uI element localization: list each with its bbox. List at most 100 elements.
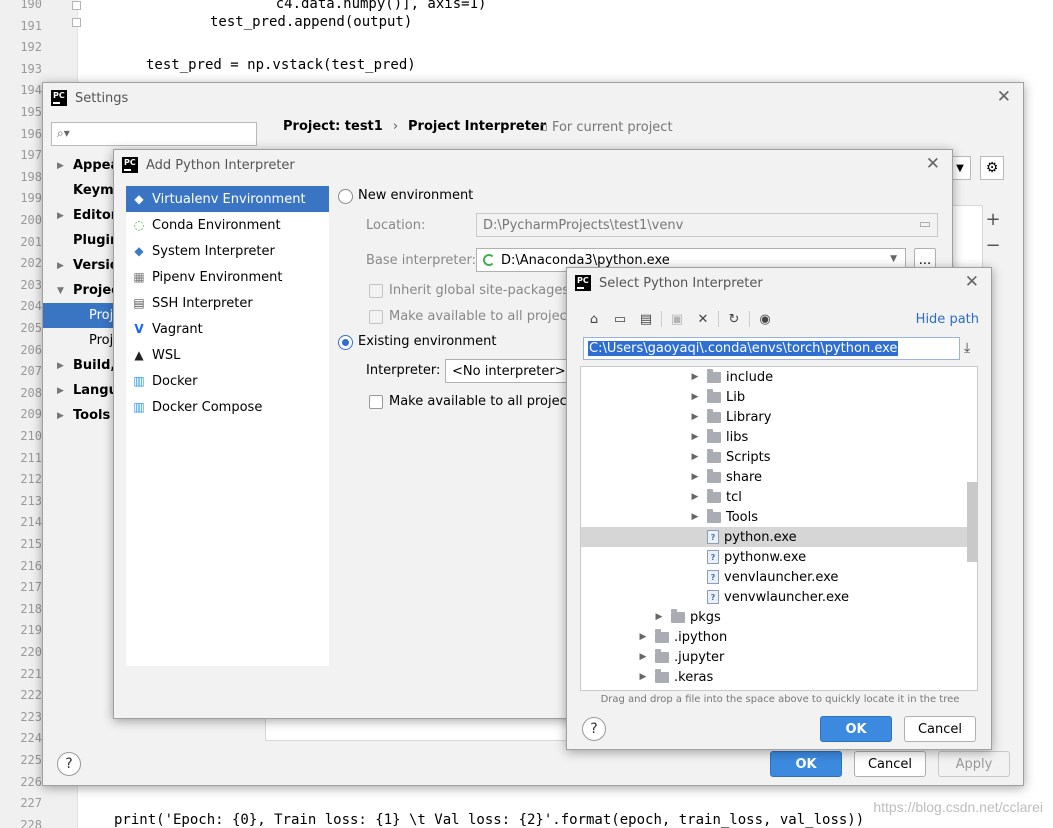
tree-folder[interactable]: ▶ Scripts [581,447,969,467]
tree-item-label: share [726,469,763,485]
refresh-icon[interactable]: ↻ [723,308,745,330]
tree-folder[interactable]: ▶ .ipython [581,627,969,647]
path-value: C:\Users\gaoyaqi\.conda\envs\torch\pytho… [588,341,899,356]
remove-package-icon[interactable]: − [983,235,1003,256]
download-icon[interactable]: ⤓ [964,340,970,356]
hide-path-link[interactable]: Hide path [916,312,979,327]
delete-icon[interactable]: ✕ [692,308,714,330]
env-item[interactable]: ▲ WSL [126,342,329,368]
desktop-icon[interactable]: ▭ [609,308,631,330]
env-item-label: Docker [152,373,198,389]
tree-folder[interactable]: ▶ .keras [581,667,969,687]
tree-scrollbar[interactable] [967,482,977,562]
ok-button[interactable]: OK [770,751,842,777]
available-new-checkbox[interactable] [369,310,383,324]
settings-titlebar[interactable]: PC Settings ✕ [43,83,1023,113]
tree-file[interactable]: ? venvlauncher.exe [581,567,969,587]
select-ok-button[interactable]: OK [820,716,892,742]
interpreter-select[interactable]: <No interpreter> [445,359,585,383]
chevron-right-icon: ▶ [691,512,699,522]
linux-icon: ▲ [134,348,144,362]
line-number: 221 [20,666,42,681]
add-interpreter-titlebar[interactable]: PC Add Python Interpreter ✕ [114,150,952,180]
tree-folder[interactable]: ▶ Lib [581,387,969,407]
tree-folder[interactable]: ▶ pkgs [581,607,969,627]
env-item[interactable]: ▤ SSH Interpreter [126,290,329,316]
line-number: 208 [20,385,42,400]
env-item[interactable]: V Vagrant [126,316,329,342]
env-item-label: WSL [152,347,181,363]
tree-folder[interactable]: ▶ include [581,367,969,387]
env-item[interactable]: ◆ System Interpreter [126,238,329,264]
tree-folder[interactable]: ▶ .jupyter [581,647,969,667]
location-field[interactable]: D:\PycharmProjects\test1\venv ▭ [476,213,938,237]
select-interpreter-titlebar[interactable]: PC Select Python Interpreter ✕ [567,268,991,298]
file-tree[interactable]: ▶ include ▶ Lib ▶ Library ▶ libs ▶ Scripts ▶ share ▶… [580,366,978,691]
line-number: 222 [20,688,42,703]
tree-item-label: Tools [726,509,759,525]
tree-item-label: include [726,369,774,385]
breadcrumb: Project: test1 › Project Interpreter [283,119,546,134]
apply-button[interactable]: Apply [938,751,1010,777]
code-line-193[interactable]: test_pred = np.vstack(test_pred) [146,55,416,77]
folder-icon [707,428,721,443]
existing-environment-radio[interactable] [338,335,353,350]
chevron-right-icon: ▶ [691,432,699,442]
cancel-button[interactable]: Cancel [854,751,926,777]
line-number: 225 [20,753,42,767]
tree-item-label: .ipython [674,629,728,645]
chevron-right-icon: ▶ [57,385,64,396]
folder-icon [707,408,721,423]
path-input[interactable]: C:\Users\gaoyaqi\.conda\envs\torch\pytho… [583,337,960,360]
tree-folder[interactable]: ▶ tcl [581,487,969,507]
tree-folder[interactable]: ▶ share [581,467,969,487]
env-item[interactable]: ▦ Pipenv Environment [126,264,329,290]
available-existing-checkbox[interactable] [369,395,383,409]
env-item[interactable]: ◌ Conda Environment [126,212,329,238]
select-cancel-button[interactable]: Cancel [904,716,976,742]
add-package-icon[interactable]: + [983,209,1003,230]
line-number: 217 [20,580,42,595]
help-button[interactable]: ? [582,717,606,741]
line-number: 201 [20,234,42,249]
tree-file[interactable]: ? venvwlauncher.exe [581,587,969,607]
new-environment-radio[interactable] [338,189,353,204]
chevron-right-icon: ▶ [57,410,64,421]
settings-tree-label: Tools [73,408,111,423]
tree-item-label: Scripts [726,449,771,465]
tree-file[interactable]: ? pythonw.exe [581,547,969,567]
code-line-191[interactable]: test_pred.append(output) [210,12,412,34]
select-interpreter-close-icon[interactable]: ✕ [965,274,979,291]
fold-marker[interactable] [72,18,81,27]
new-folder-icon[interactable]: ▣ [666,308,688,330]
env-item[interactable]: ▥ Docker [126,368,329,394]
line-number: 211 [20,450,42,465]
tree-folder[interactable]: ▶ libs [581,427,969,447]
project-folder-icon[interactable]: ▤ [635,308,657,330]
chevron-right-icon: ▶ [639,672,647,682]
tree-folder[interactable]: ▶ Library [581,407,969,427]
line-number: 194 [20,83,42,98]
gear-icon[interactable]: ⚙ [980,156,1004,180]
folder-icon [707,468,721,483]
tree-folder[interactable]: ▶ Tools [581,507,969,527]
folder-icon [655,668,669,683]
fold-marker[interactable] [72,1,81,10]
home-icon[interactable]: ⌂ [583,308,605,330]
tree-file[interactable]: ? python.exe [581,527,969,547]
line-number: 210 [20,429,42,443]
line-number: 226 [20,774,42,789]
code-line-229[interactable]: print('Epoch: {0}, Train loss: {1} \t Va… [114,810,864,828]
settings-search-input[interactable]: ⌕▾ [51,122,257,146]
env-item[interactable]: ▥ Docker Compose [126,394,329,420]
line-number: 213 [20,493,42,508]
settings-close-icon[interactable]: ✕ [997,89,1011,106]
show-hidden-icon[interactable]: ◉ [754,308,776,330]
env-item[interactable]: ◆ Virtualenv Environment [126,186,329,212]
inherit-checkbox[interactable] [369,284,383,298]
line-number: 191 [20,18,42,33]
add-interpreter-close-icon[interactable]: ✕ [926,156,940,173]
interpreter-label: Interpreter: [366,363,441,378]
help-button[interactable]: ? [57,752,81,776]
folder-icon [707,508,721,523]
